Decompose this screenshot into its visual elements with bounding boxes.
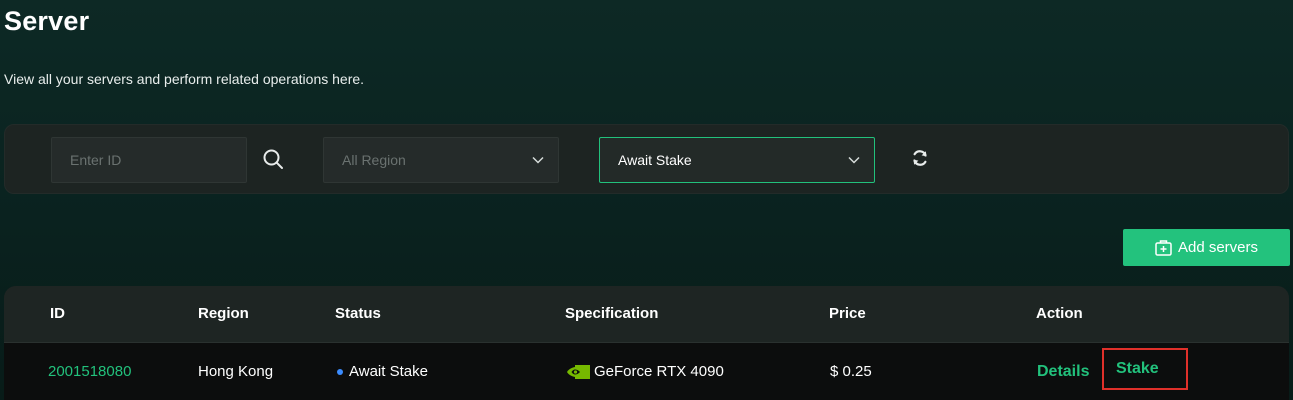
specification-text: GeForce RTX 4090 xyxy=(594,363,724,380)
add-servers-button[interactable]: Add servers xyxy=(1123,229,1290,266)
status-text: Await Stake xyxy=(349,363,428,380)
add-box-icon xyxy=(1155,239,1172,256)
status-select-value: Await Stake xyxy=(618,152,692,168)
table-header: ID Region Status Specification Price Act… xyxy=(4,286,1289,342)
filter-bar: All Region Await Stake xyxy=(4,124,1289,194)
column-header-status: Status xyxy=(335,305,381,322)
column-header-id: ID xyxy=(50,305,65,322)
servers-table: ID Region Status Specification Price Act… xyxy=(4,286,1289,400)
column-header-action: Action xyxy=(1036,305,1083,322)
status-dot xyxy=(337,368,343,375)
refresh-button[interactable] xyxy=(908,146,932,170)
id-search-input[interactable] xyxy=(51,137,247,183)
region-select[interactable]: All Region xyxy=(323,137,559,183)
specification-cell: GeForce RTX 4090 xyxy=(566,363,724,380)
server-page: Server View all your servers and perform… xyxy=(0,0,1293,400)
search-button[interactable] xyxy=(261,147,285,171)
column-header-specification: Specification xyxy=(565,305,659,322)
page-subtitle: View all your servers and perform relate… xyxy=(4,71,365,87)
page-title: Server xyxy=(4,6,90,36)
chevron-down-icon xyxy=(834,156,874,164)
column-header-price: Price xyxy=(829,305,866,322)
details-link[interactable]: Details xyxy=(1037,363,1089,381)
stake-highlight-box: Stake xyxy=(1102,348,1188,390)
server-id-link[interactable]: 2001518080 xyxy=(48,363,131,380)
chevron-down-icon xyxy=(518,156,558,164)
price-cell: $ 0.25 xyxy=(830,363,872,380)
nvidia-logo-icon xyxy=(566,364,590,380)
status-select[interactable]: Await Stake xyxy=(599,137,875,183)
status-cell: Await Stake xyxy=(337,363,428,380)
column-header-region: Region xyxy=(198,305,249,322)
table-row: 2001518080 Hong Kong Await Stake GeForce… xyxy=(4,342,1289,400)
region-select-value: All Region xyxy=(342,152,406,168)
add-servers-label: Add servers xyxy=(1177,239,1259,256)
refresh-icon xyxy=(913,150,927,166)
stake-link[interactable]: Stake xyxy=(1116,360,1159,378)
region-cell: Hong Kong xyxy=(198,363,274,380)
search-icon xyxy=(263,149,283,169)
